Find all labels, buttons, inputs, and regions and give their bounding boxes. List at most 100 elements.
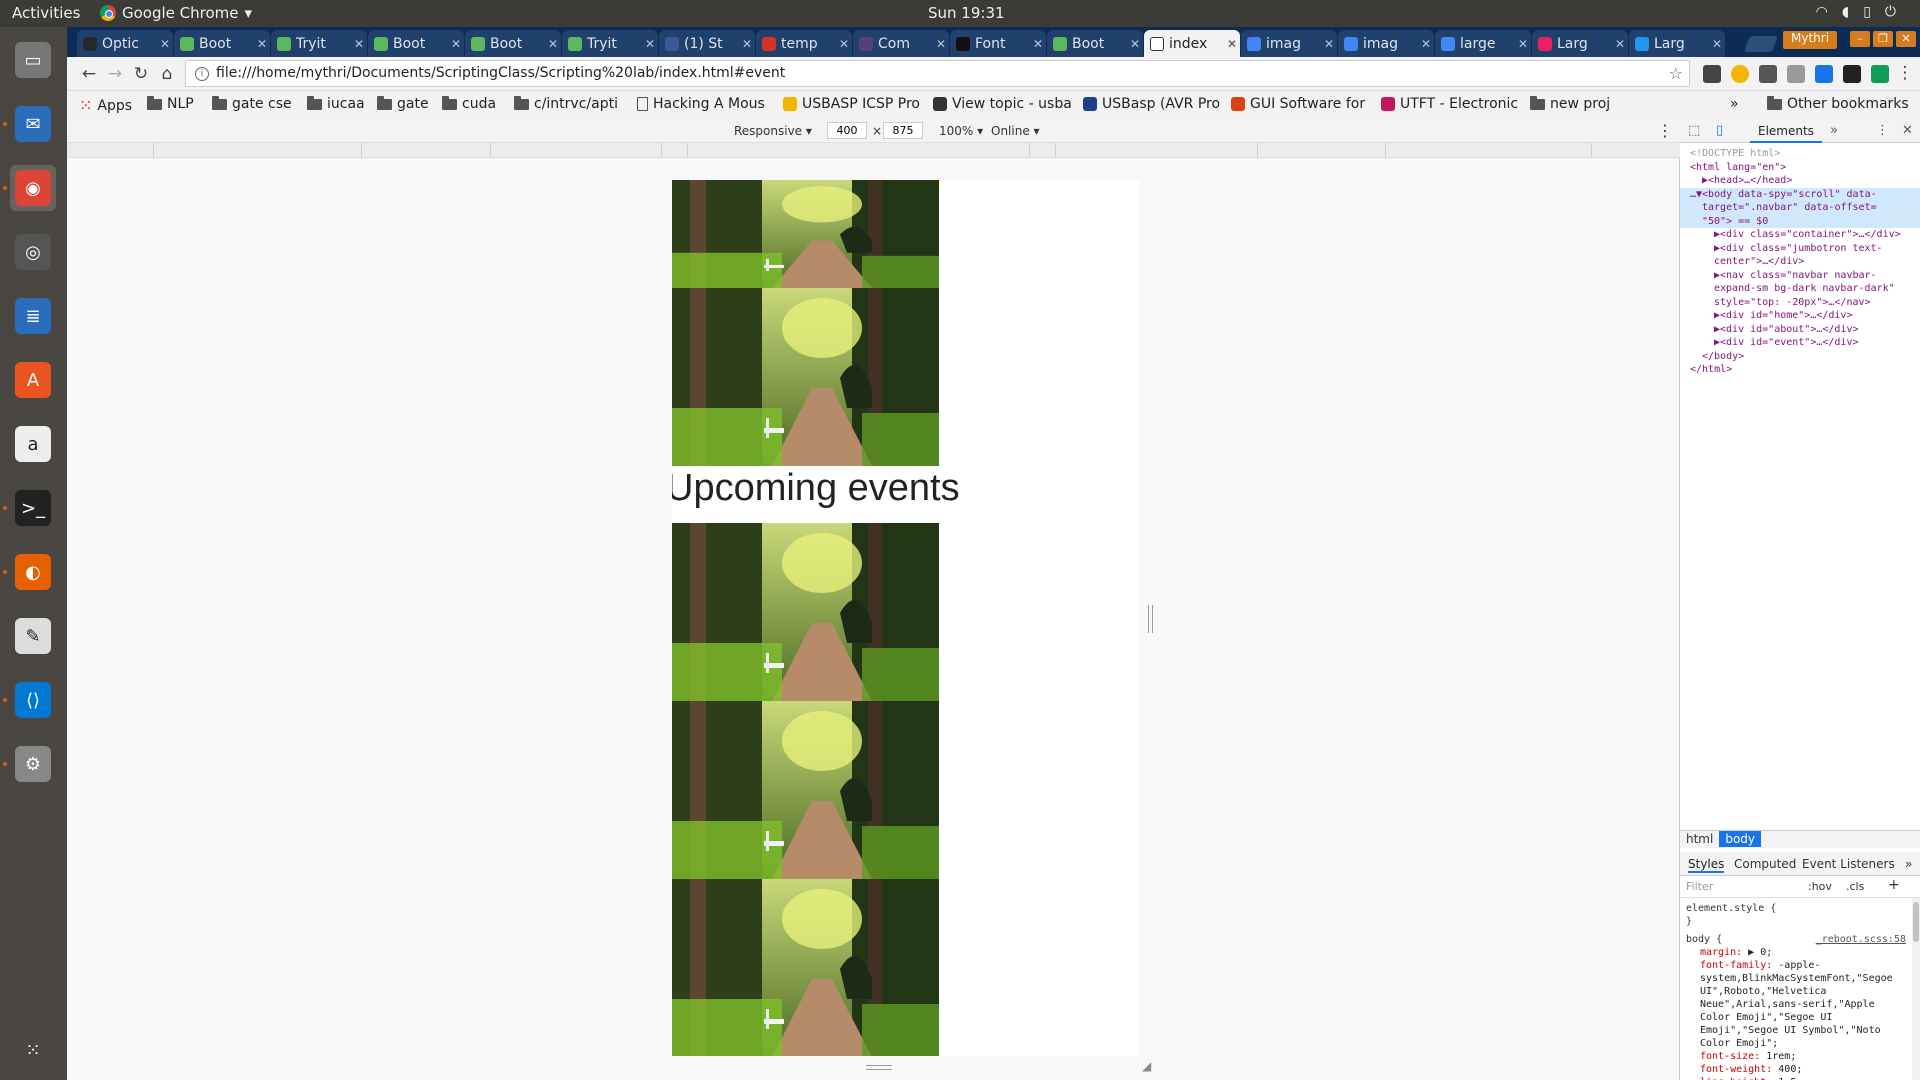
address-bar[interactable]: i file:///home/mythri/Documents/Scriptin… xyxy=(185,60,1690,87)
browser-tab[interactable]: index ✕ xyxy=(1144,30,1240,57)
close-tab-icon[interactable]: ✕ xyxy=(448,37,464,51)
css-property[interactable]: font-family: -apple-system,BlinkMacSyste… xyxy=(1686,959,1906,1050)
browser-tab[interactable]: large ✕ xyxy=(1435,30,1531,57)
zoom-select[interactable]: 100% ▾ xyxy=(939,124,983,138)
styles-tab[interactable]: Event Listeners xyxy=(1802,857,1895,871)
device-toggle-icon[interactable]: ▯ xyxy=(1716,123,1723,138)
close-tab-icon[interactable]: ✕ xyxy=(1321,37,1337,51)
wifi-icon[interactable]: ◠ xyxy=(1816,4,1828,20)
files-icon[interactable]: ▭ xyxy=(10,37,56,83)
restore-icon[interactable]: ❐ xyxy=(1873,31,1893,47)
terminal-icon[interactable]: >_ xyxy=(10,485,56,531)
chrome-icon[interactable]: ◉ xyxy=(10,165,56,211)
viewport-resize-corner-icon[interactable]: ◢ xyxy=(1142,1059,1151,1073)
browser-tab[interactable]: Boot ✕ xyxy=(368,30,464,57)
settings-icon[interactable]: ⚙ xyxy=(10,741,56,787)
css-property[interactable]: font-weight: 400; xyxy=(1686,1063,1906,1076)
bookmark-item[interactable]: GUI Software for xyxy=(1231,96,1365,112)
back-icon[interactable]: ← xyxy=(77,62,101,86)
close-tab-icon[interactable]: ✕ xyxy=(642,37,658,51)
extension-icon[interactable] xyxy=(1871,65,1889,83)
dom-node[interactable]: <html lang="en"> xyxy=(1680,161,1920,175)
close-tab-icon[interactable]: ✕ xyxy=(1127,37,1143,51)
css-property[interactable]: line-height: 1.5; xyxy=(1686,1076,1906,1080)
rule-source-link[interactable]: _reboot.scss:58 xyxy=(1816,933,1906,946)
close-tab-icon[interactable]: ✕ xyxy=(254,37,270,51)
writer-icon[interactable]: ≣ xyxy=(10,293,56,339)
tab-elements[interactable]: Elements xyxy=(1750,119,1822,143)
dom-node[interactable]: ▶<nav class="navbar navbar- xyxy=(1680,269,1920,283)
dom-node[interactable]: …▼<body data-spy="scroll" data- xyxy=(1680,187,1920,201)
close-tab-icon[interactable]: ✕ xyxy=(1030,37,1046,51)
inspect-element-icon[interactable]: ⬚ xyxy=(1688,123,1700,138)
more-tabs-icon[interactable]: » xyxy=(1905,857,1912,871)
browser-tab[interactable]: imag ✕ xyxy=(1338,30,1434,57)
bookmark-item[interactable]: UTFT - Electronic xyxy=(1381,96,1518,112)
bookmark-item[interactable]: ⁙ Apps xyxy=(79,96,132,115)
close-tab-icon[interactable]: ✕ xyxy=(1418,37,1434,51)
extension-icon[interactable] xyxy=(1703,65,1721,83)
dom-node[interactable]: ▶<head>…</head> xyxy=(1680,174,1920,188)
system-tray[interactable]: ◠ ◖ ▯ ⏻ xyxy=(1816,4,1896,20)
close-icon[interactable]: ✕ xyxy=(1902,123,1913,138)
browser-tab[interactable]: Boot ✕ xyxy=(465,30,561,57)
close-tab-icon[interactable]: ✕ xyxy=(1224,37,1240,51)
close-tab-icon[interactable]: ✕ xyxy=(545,37,561,51)
bookmark-item[interactable]: Other bookmarks xyxy=(1767,95,1909,112)
device-options-icon[interactable]: ⋮ xyxy=(1657,121,1673,140)
dom-node[interactable]: ▶<div class="container">…</div> xyxy=(1680,228,1920,242)
dom-node[interactable]: ▶<div class="jumbotron text- xyxy=(1680,242,1920,256)
bookmark-item[interactable]: iucaa xyxy=(307,95,365,112)
viewport-resize-handle-right[interactable] xyxy=(1148,605,1153,633)
bookmark-item[interactable]: c/intrvc/apti xyxy=(514,95,618,112)
bookmark-item[interactable]: USBasp (AVR Pro xyxy=(1083,96,1220,112)
home-icon[interactable]: ⌂ xyxy=(155,62,179,86)
bookmark-item[interactable]: NLP xyxy=(147,95,194,112)
media-query-ruler[interactable] xyxy=(67,143,1680,158)
extension-icon[interactable] xyxy=(1731,65,1749,83)
browser-tab[interactable]: Com ✕ xyxy=(853,30,949,57)
close-tab-icon[interactable]: ✕ xyxy=(739,37,755,51)
app-menu[interactable]: Google Chrome ▾ xyxy=(100,4,252,22)
extension-icon[interactable] xyxy=(1787,65,1805,83)
dom-node[interactable]: center">…</div> xyxy=(1680,255,1920,269)
dom-node[interactable]: ▶<div id="home">…</div> xyxy=(1680,309,1920,323)
dom-node[interactable]: expand-sm bg-dark navbar-dark" xyxy=(1680,282,1920,296)
close-tab-icon[interactable]: ✕ xyxy=(351,37,367,51)
styles-tab[interactable]: Computed xyxy=(1734,857,1796,871)
more-tabs-icon[interactable]: » xyxy=(1830,123,1838,138)
styles-scrollbar[interactable] xyxy=(1912,898,1920,1080)
close-window-icon[interactable]: ✕ xyxy=(1896,31,1916,47)
dom-node[interactable]: <!DOCTYPE html> xyxy=(1680,147,1920,161)
rhythmbox-icon[interactable]: ◎ xyxy=(10,229,56,275)
close-tab-icon[interactable]: ✕ xyxy=(1612,37,1628,51)
dom-node[interactable]: </body> xyxy=(1680,350,1920,364)
viewport-resize-handle-bottom[interactable] xyxy=(866,1065,892,1070)
styles-filter-input[interactable]: Filter :hov .cls + xyxy=(1680,876,1920,898)
browser-tab[interactable]: Font ✕ xyxy=(950,30,1046,57)
bookmark-item[interactable]: Hacking A Mous xyxy=(637,96,765,112)
bookmark-item[interactable]: new proj xyxy=(1530,95,1610,112)
bookmark-item[interactable]: gate cse xyxy=(212,95,292,112)
emulated-viewport[interactable]: Upcoming events xyxy=(672,180,1139,1056)
dom-node[interactable]: style="top: -20px">…</nav> xyxy=(1680,296,1920,310)
reload-icon[interactable]: ↻ xyxy=(129,62,153,86)
css-property[interactable]: margin: ▶ 0; xyxy=(1686,946,1906,959)
dom-node[interactable]: "50"> == $0 xyxy=(1680,214,1920,228)
hov-toggle[interactable]: :hov xyxy=(1808,880,1832,893)
dom-node[interactable]: ▶<div id="about">…</div> xyxy=(1680,323,1920,337)
browser-tab[interactable]: imag ✕ xyxy=(1241,30,1337,57)
breadcrumb-item[interactable]: html xyxy=(1680,831,1719,847)
app-grid-icon[interactable]: ⁙ xyxy=(10,1027,56,1073)
close-tab-icon[interactable]: ✕ xyxy=(1515,37,1531,51)
dom-node[interactable]: ▶<div id="event">…</div> xyxy=(1680,336,1920,350)
profile-button[interactable]: Mythri xyxy=(1783,31,1838,49)
close-tab-icon[interactable]: ✕ xyxy=(1709,37,1725,51)
browser-tab[interactable]: Boot ✕ xyxy=(1047,30,1143,57)
new-tab-button[interactable] xyxy=(1744,36,1778,52)
info-icon[interactable]: i xyxy=(195,67,209,81)
breadcrumb-item[interactable]: body xyxy=(1719,831,1762,847)
bookmark-item[interactable]: USBASP ICSP Pro xyxy=(783,96,920,112)
dom-node[interactable]: target=".navbar" data-offset= xyxy=(1680,201,1920,215)
network-throttle-select[interactable]: Online ▾ xyxy=(991,124,1040,138)
